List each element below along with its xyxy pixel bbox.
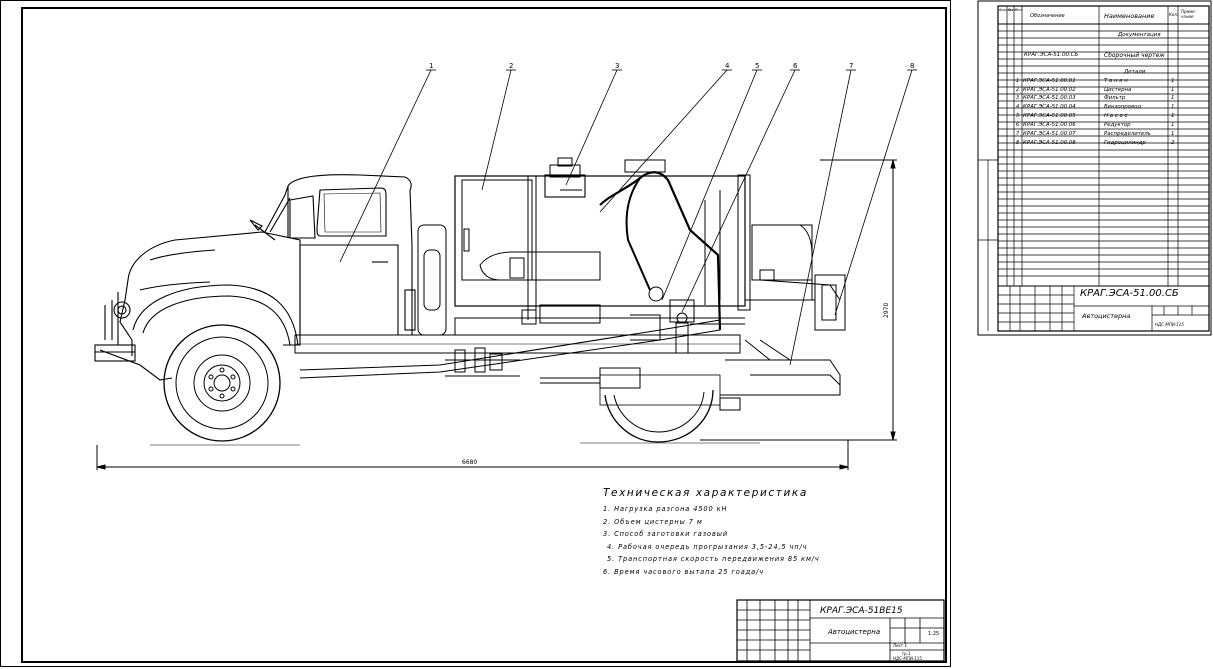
spec-row-pos: 8 xyxy=(1016,140,1020,146)
callout-numbers: 1 2 3 4 5 6 7 8 xyxy=(429,62,914,70)
spec-line: 1. Нагрузка разгона 4500 кН xyxy=(603,505,728,513)
callout-2: 2 xyxy=(509,62,513,70)
spec-assembly-name: Сборочный чертеж xyxy=(1104,52,1165,59)
spec-row-code: КРАГ.ЭСА-51.00.08 xyxy=(1023,140,1076,146)
callout-7: 7 xyxy=(849,62,853,70)
spec-section-parts: Детали xyxy=(1124,69,1146,75)
dimension-length-value: 6680 xyxy=(462,459,477,466)
spec-row-code: КРАГ.ЭСА-51.00.04 xyxy=(1023,104,1076,110)
spec-header-name: Наименование xyxy=(1104,12,1155,20)
dimension-length: 6680 xyxy=(96,440,849,470)
spec-row-pos: 7 xyxy=(1016,131,1020,137)
spec-row-qty: 1 xyxy=(1171,78,1175,84)
front-wheel xyxy=(163,324,281,442)
spec-row-qty: 1 xyxy=(1171,113,1175,119)
spec-line: 5. Транспортная скорость передвижения 85… xyxy=(607,555,820,563)
spec-row-qty: 1 xyxy=(1171,122,1175,128)
callout-8: 8 xyxy=(910,62,914,70)
spec-header-zone: Формат xyxy=(999,8,1014,12)
callout-6: 6 xyxy=(793,62,798,70)
spec-row-qty: 2 xyxy=(1171,140,1175,146)
specs-title: Техническая характеристика xyxy=(603,487,808,499)
spec-line: 6. Время часового вытапа 25 гоада/ч xyxy=(603,567,764,576)
spec-row-code: КРАГ.ЭСА-51.00.03 xyxy=(1023,95,1076,101)
spec-tb-name: Автоцистерна xyxy=(1082,312,1131,320)
spec-row-qty: 1 xyxy=(1171,131,1175,137)
spec-row-pos: 5 xyxy=(1016,113,1020,119)
callout-4: 4 xyxy=(725,62,730,70)
callout-5: 5 xyxy=(755,62,759,70)
title-block-sheet: Лист 1 xyxy=(893,643,907,648)
spec-assembly-code: КРАГ.ЭСА-51.00.СБ xyxy=(1024,52,1079,58)
title-block-doc-code: КРАГ.ЭСА-51ВЕ15 xyxy=(820,606,903,616)
spec-row-pos: 6 xyxy=(1016,122,1020,128)
title-block: КРАГ.ЭСА-51ВЕ15 Автоцистерна 1:25 Лист 1… xyxy=(736,599,945,662)
callout-1: 1 xyxy=(429,62,433,70)
dimension-height-value: 2970 xyxy=(883,303,890,318)
spec-row-name: Распределитель xyxy=(1104,131,1151,137)
spec-row-name: Фильтр xyxy=(1104,95,1126,101)
spec-row-code: КРАГ.ЭСА-51.00.07 xyxy=(1023,131,1076,137)
spec-header-qty: Кол. xyxy=(1169,12,1179,17)
spec-row-code: КРАГ.ЭСА-51.00.05 xyxy=(1023,113,1076,119)
spec-row-code: КРАГ.ЭСА-51.00.06 xyxy=(1023,122,1076,128)
spec-header-note: Приме-чание xyxy=(1181,9,1197,19)
spec-row-qty: 1 xyxy=(1171,104,1175,110)
spec-row-pos: 3 xyxy=(1016,95,1020,101)
title-block-org: НДС-МПИ-115 xyxy=(893,656,922,661)
spec-header-code: Обозначение xyxy=(1030,13,1065,19)
spec-row-qty: 1 xyxy=(1171,95,1175,101)
spec-line: 3. Способ заготовки газовый xyxy=(603,530,729,538)
spec-line: 4. Рабочая очередь прогрызания 3,5-24,5 … xyxy=(607,542,808,551)
spec-section-docs: Документация xyxy=(1118,32,1161,38)
spec-header-format: Зона xyxy=(1008,8,1017,12)
spec-row-name: Цистерна xyxy=(1104,87,1132,93)
spec-row-name: Бензопровод xyxy=(1104,104,1142,110)
technical-specs: Техническая характеристика 1. Нагрузка р… xyxy=(603,487,923,578)
spec-row-qty: 1 xyxy=(1171,87,1175,93)
spec-line: 2. Объем цистерны 7 м xyxy=(603,517,703,526)
callout-leaders xyxy=(339,69,917,366)
spec-row-name: Т а н к н xyxy=(1104,78,1128,84)
spec-row-name: Гидроцилиндр xyxy=(1104,140,1146,146)
spec-row-pos: 1 xyxy=(1016,78,1020,84)
spec-row-code: КРАГ.ЭСА-51.00.01 xyxy=(1023,78,1076,84)
title-block-name: Автоцистерна xyxy=(827,628,880,636)
spec-row-pos: 2 xyxy=(1016,87,1020,93)
rear-wheel xyxy=(599,374,721,443)
callout-3: 3 xyxy=(615,62,619,70)
tank-assembly xyxy=(415,157,846,354)
spec-header-pos: Поз. xyxy=(1015,8,1023,12)
spec-row-name: Н а с о с xyxy=(1104,113,1128,119)
spec-title-block xyxy=(998,286,1209,331)
spec-tb-code: КРАГ.ЭСА-51.00.СБ xyxy=(1080,288,1179,299)
spec-row-pos: 4 xyxy=(1016,104,1020,110)
chassis xyxy=(294,319,841,411)
title-block-scale: 1:25 xyxy=(928,631,939,637)
spec-row-code: КРАГ.ЭСА-51.00.02 xyxy=(1023,87,1076,93)
spec-tb-org: НДС-МПИ-115 xyxy=(1155,322,1184,327)
spec-row-name: Редуктор xyxy=(1104,122,1131,128)
spec-grid-rows xyxy=(998,30,1209,287)
